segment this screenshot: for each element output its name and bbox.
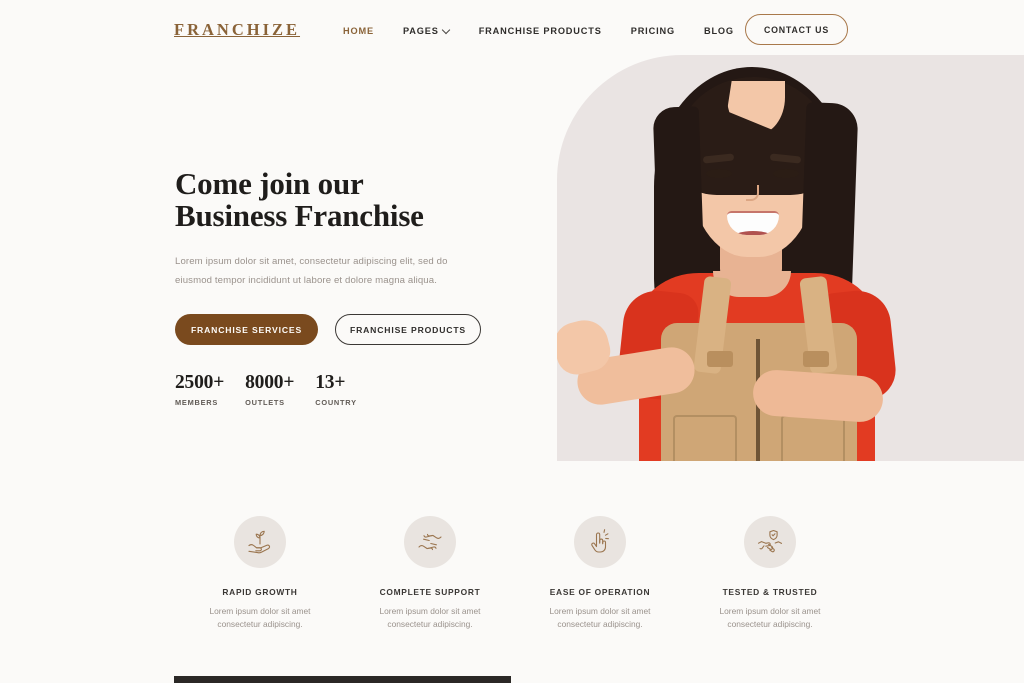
feature-rapid-growth-desc: Lorem ipsum dolor sit amet consectetur a…	[209, 606, 311, 630]
feature-ease-of-operation-desc: Lorem ipsum dolor sit amet consectetur a…	[549, 606, 651, 630]
nav-item-pricing-label: PRICING	[630, 26, 675, 36]
nav-item-franchise-products-label: FRANCHISE PRODUCTS	[478, 26, 602, 36]
feature-tested-trusted-title: TESTED & TRUSTED	[722, 587, 818, 597]
nav-item-pages-label: PAGES	[402, 26, 439, 36]
hand-holding-sprout-icon	[234, 516, 286, 568]
nav-item-pricing[interactable]: PRICING	[631, 22, 675, 40]
helping-hands-icon	[404, 516, 456, 568]
hero-statistics: 2500+ MEMBERS 8000+ OUTLETS 13+ COUNTRY	[175, 372, 357, 407]
nav-item-blog[interactable]: BLOG	[704, 22, 734, 40]
stat-country: 13+ COUNTRY	[315, 372, 357, 407]
feature-complete-support-desc: Lorem ipsum dolor sit amet consectetur a…	[379, 606, 481, 630]
feature-tested-trusted-desc: Lorem ipsum dolor sit amet consectetur a…	[719, 606, 821, 630]
nav-item-franchise-products[interactable]: FRANCHISE PRODUCTS	[479, 22, 602, 40]
feature-rapid-growth-title: RAPID GROWTH	[222, 587, 298, 597]
feature-tested-trusted[interactable]: TESTED & TRUSTED Lorem ipsum dolor sit a…	[685, 516, 855, 632]
stat-members-value: 2500+	[175, 372, 225, 393]
features-row: RAPID GROWTH Lorem ipsum dolor sit amet …	[175, 516, 855, 632]
stat-country-label: COUNTRY	[315, 398, 357, 408]
hero-action-buttons: FRANCHISE SERVICES FRANCHISE PRODUCTS	[175, 314, 515, 346]
person-strap-buckle-right	[803, 351, 829, 367]
hero-title-line-1: Come join our	[175, 166, 364, 201]
feature-ease-of-operation-title: EASE OF OPERATION	[549, 587, 651, 597]
feature-rapid-growth[interactable]: RAPID GROWTH Lorem ipsum dolor sit amet …	[175, 516, 345, 632]
brand-logo[interactable]: FRANCHIZE	[174, 20, 300, 40]
person-eye-left	[706, 169, 732, 178]
bottom-section-strip	[174, 676, 511, 683]
franchise-products-button[interactable]: FRANCHISE PRODUCTS	[335, 314, 481, 346]
hero-photo-person	[557, 55, 1024, 461]
stat-members: 2500+ MEMBERS	[175, 372, 224, 407]
stat-outlets: 8000+ OUTLETS	[245, 372, 294, 407]
hero-title: Come join our Business Franchise	[175, 168, 515, 232]
person-overalls-pocket-left	[673, 415, 737, 461]
hero-image-panel	[557, 55, 1024, 461]
stat-country-value: 13+	[315, 372, 346, 393]
person-eye-right	[773, 169, 799, 178]
contact-us-button[interactable]: CONTACT US	[745, 14, 848, 45]
hero-content: Come join our Business Franchise Lorem i…	[175, 168, 515, 346]
feature-complete-support[interactable]: COMPLETE SUPPORT Lorem ipsum dolor sit a…	[345, 516, 515, 632]
franchise-services-button[interactable]: FRANCHISE SERVICES	[175, 314, 318, 346]
nav-item-blog-label: BLOG	[703, 26, 734, 36]
main-navigation: HOME PAGES FRANCHISE PRODUCTS PRICING BL…	[343, 22, 734, 40]
person-arm-right	[751, 368, 885, 424]
site-header: FRANCHIZE HOME PAGES FRANCHISE PRODUCTS …	[0, 0, 1024, 58]
handshake-shield-icon	[744, 516, 796, 568]
stat-outlets-label: OUTLETS	[245, 398, 285, 408]
hero-title-line-2: Business Franchise	[175, 197, 424, 233]
stat-outlets-value: 8000+	[245, 372, 295, 393]
person-overalls-pocket-right	[781, 415, 845, 461]
chevron-down-icon	[443, 27, 450, 34]
stat-members-label: MEMBERS	[175, 398, 219, 408]
nav-item-pages[interactable]: PAGES	[403, 22, 450, 40]
person-strap-buckle-left	[707, 351, 733, 367]
nav-item-home[interactable]: HOME	[343, 22, 374, 40]
nav-item-home-label: HOME	[343, 26, 374, 36]
feature-complete-support-title: COMPLETE SUPPORT	[379, 587, 481, 597]
hero-subtitle: Lorem ipsum dolor sit amet, consectetur …	[175, 255, 448, 287]
snapping-fingers-icon	[574, 516, 626, 568]
feature-ease-of-operation[interactable]: EASE OF OPERATION Lorem ipsum dolor sit …	[515, 516, 685, 632]
